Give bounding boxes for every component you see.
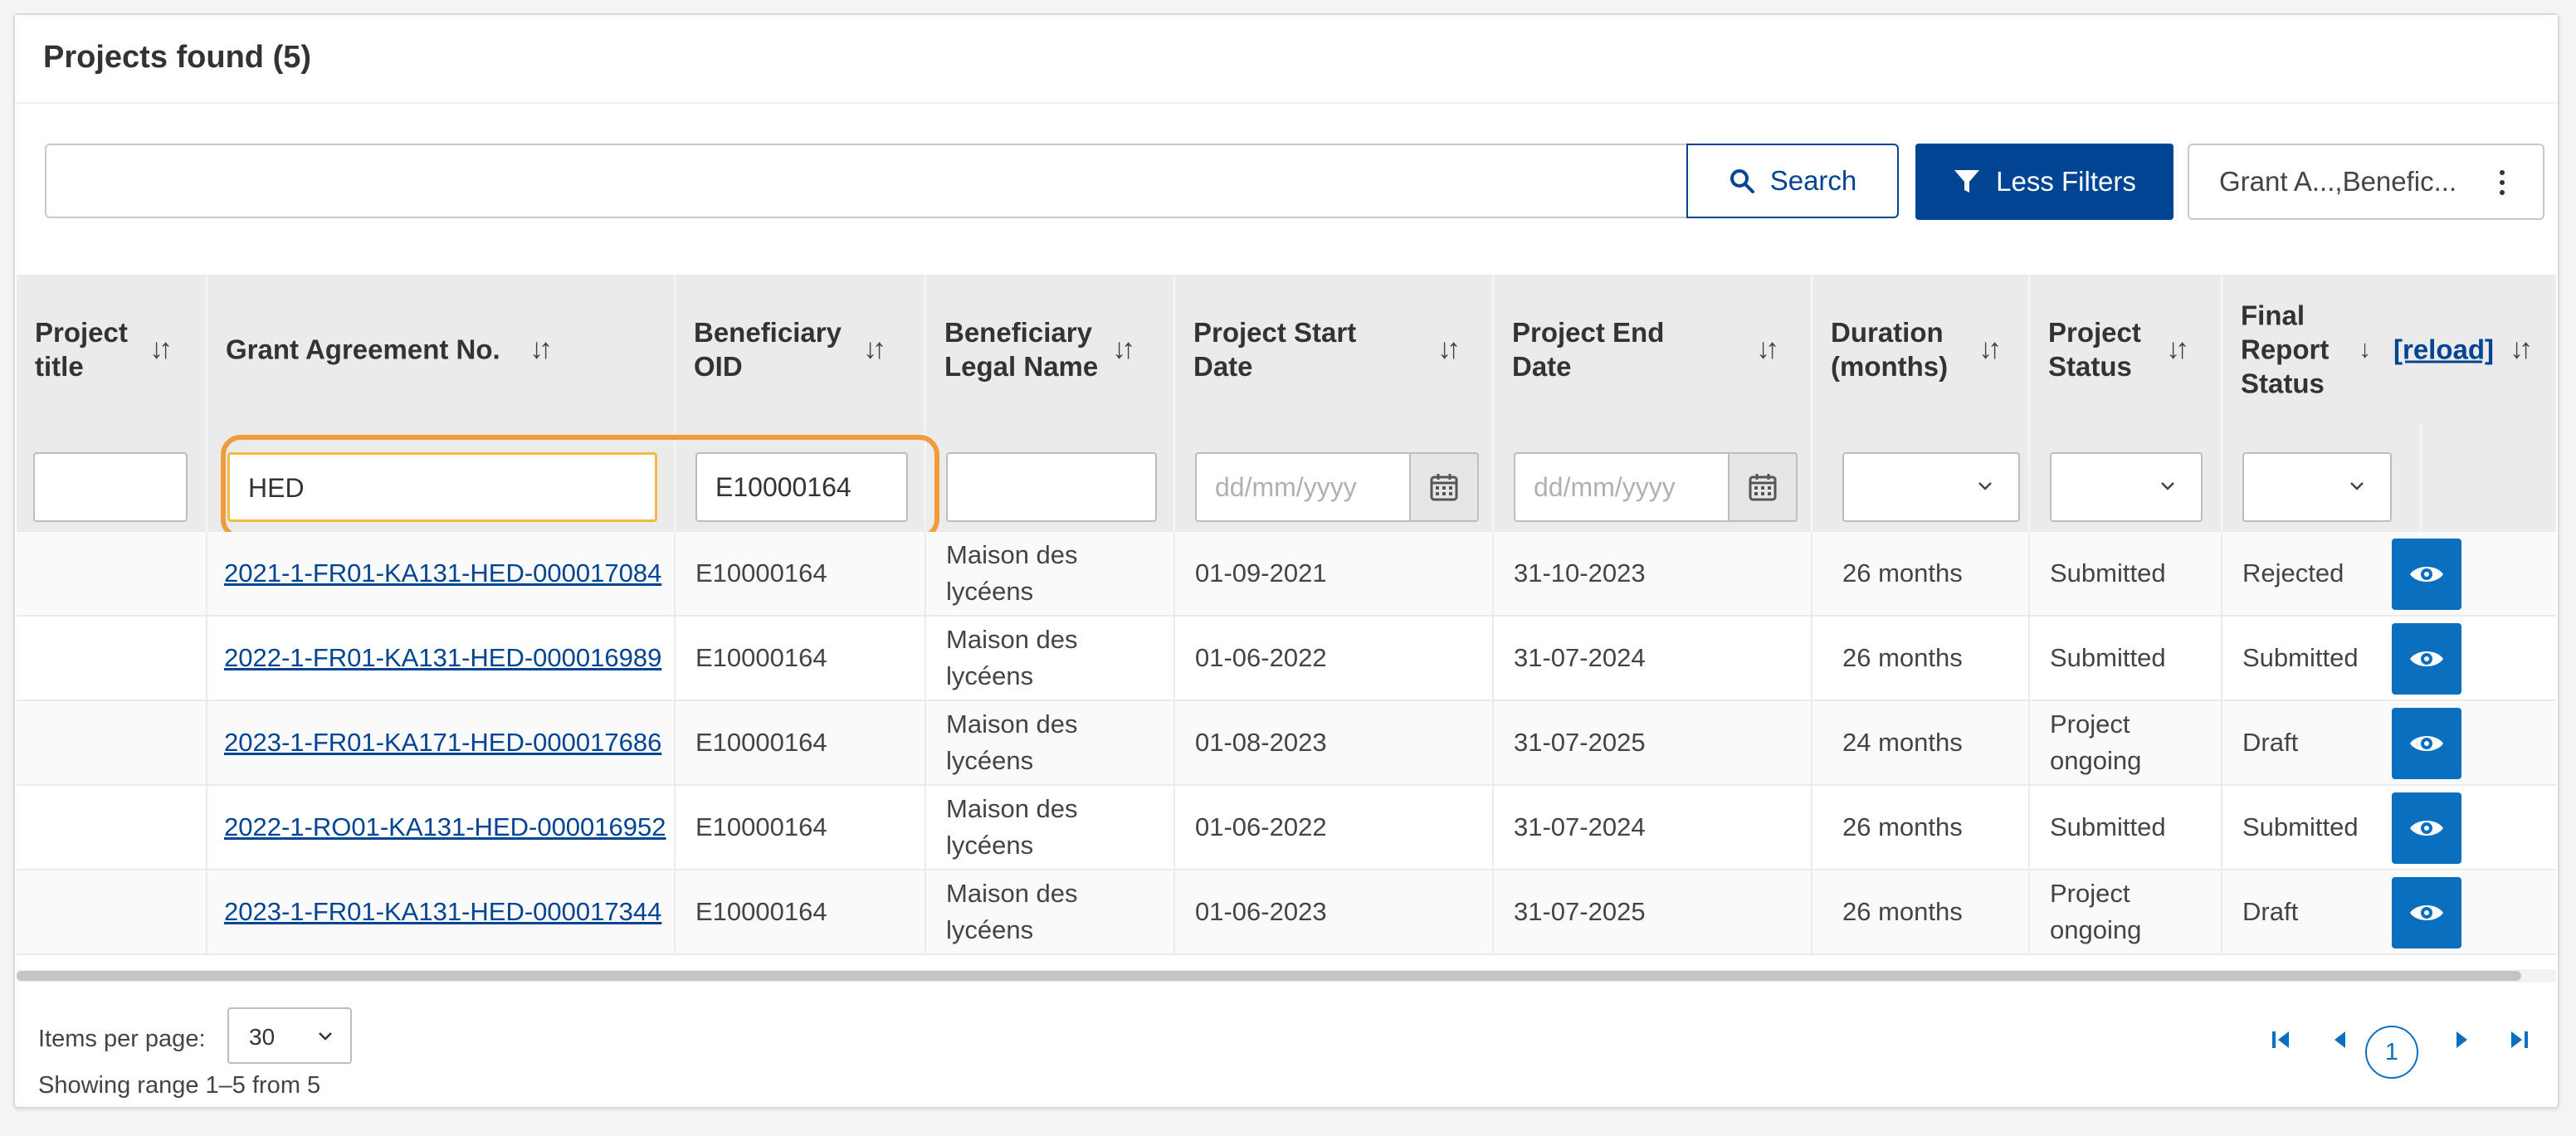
range-text: Showing range 1–5 from 5	[38, 1072, 321, 1099]
duration-select[interactable]	[1842, 452, 2020, 522]
filter-highlight-annotation	[221, 435, 939, 539]
table-row: 2022-1-RO01-KA131-HED-000016952 E1000016…	[17, 786, 2556, 870]
filter-icon	[1954, 170, 1980, 193]
column-header-project-status[interactable]: Project Status ↓↑	[2030, 275, 2222, 424]
page-title: Projects found (5)	[43, 40, 312, 75]
items-per-page-label: Items per page:	[38, 1026, 206, 1052]
grant-agreement-link[interactable]: 2022-1-RO01-KA131-HED-000016952	[224, 809, 666, 846]
chevron-down-icon	[1978, 482, 1992, 490]
end-date-picker-button[interactable]	[1728, 452, 1798, 522]
sort-icon[interactable]: ↓↑	[1112, 333, 1135, 367]
table-row: 2023-1-FR01-KA131-HED-000017344 E1000016…	[17, 870, 2556, 955]
search-icon	[1730, 169, 1754, 193]
column-header-final-report-status[interactable]: Final Report Status ↓ [reload] ↓↑	[2222, 275, 2556, 424]
horizontal-scrollbar[interactable]	[17, 971, 2521, 981]
chevron-down-icon	[2161, 482, 2174, 490]
next-page-icon[interactable]	[2450, 1027, 2475, 1052]
projects-card: Projects found (5) Search Less Filters G…	[13, 13, 2559, 1109]
previous-page-icon[interactable]	[2327, 1027, 2352, 1052]
sort-icon[interactable]: ↓↑	[149, 333, 173, 367]
items-per-page-select[interactable]: 30	[227, 1007, 352, 1064]
sort-icon[interactable]: ↓↑	[1978, 333, 2002, 367]
column-header-start-date[interactable]: Project Start Date ↓↑	[1175, 275, 1494, 424]
column-header-project-title[interactable]: Project title ↓↑	[17, 275, 207, 424]
grant-agreement-link[interactable]: 2023-1-FR01-KA171-HED-000017686	[224, 724, 661, 761]
column-header-duration[interactable]: Duration (months) ↓↑	[1812, 275, 2030, 424]
sort-icon[interactable]: ↓↑	[1756, 333, 1779, 367]
project-status-select[interactable]	[2050, 452, 2203, 522]
column-header-end-date[interactable]: Project End Date ↓↑	[1494, 275, 1812, 424]
table-header: Project title ↓↑ Grant Agreement No. ↓↑ …	[17, 275, 2556, 424]
eye-icon	[2410, 821, 2443, 836]
start-date-filter[interactable]: dd/mm/yyyy	[1195, 452, 1411, 522]
less-filters-button[interactable]: Less Filters	[1915, 144, 2174, 220]
grant-agreement-link[interactable]: 2023-1-FR01-KA131-HED-000017344	[224, 894, 661, 930]
reload-link[interactable]: [reload]	[2393, 333, 2494, 367]
search-input[interactable]	[45, 144, 1703, 218]
column-selector-label: Grant A...,Benefic...	[2219, 166, 2457, 197]
first-page-icon[interactable]	[2269, 1027, 2294, 1052]
legal-name-filter[interactable]	[946, 452, 1157, 522]
column-header-legal-name[interactable]: Beneficiary Legal Name ↓↑	[926, 275, 1175, 424]
sort-icon[interactable]: ↓↑	[2166, 333, 2189, 367]
end-date-filter[interactable]: dd/mm/yyyy	[1514, 452, 1730, 522]
table-row: 2023-1-FR01-KA171-HED-000017686 E1000016…	[17, 701, 2556, 786]
chevron-down-icon	[2350, 482, 2364, 490]
sort-icon[interactable]: ↓↑	[2510, 333, 2533, 367]
search-button[interactable]: Search	[1686, 144, 1899, 218]
column-selector-button[interactable]: Grant A...,Benefic...	[2188, 144, 2544, 220]
grant-agreement-link[interactable]: 2021-1-FR01-KA131-HED-000017084	[224, 555, 661, 592]
calendar-icon	[1430, 474, 1458, 501]
view-button[interactable]	[2392, 877, 2461, 948]
column-header-beneficiary-oid[interactable]: Beneficiary OID ↓↑	[676, 275, 926, 424]
column-header-grant-agreement[interactable]: Grant Agreement No. ↓↑	[207, 275, 676, 424]
eye-icon	[2410, 651, 2443, 666]
last-page-icon[interactable]	[2506, 1027, 2531, 1052]
chevron-down-icon	[319, 1032, 332, 1041]
more-options-icon	[2500, 170, 2505, 200]
final-report-status-select[interactable]	[2242, 452, 2392, 522]
eye-icon	[2410, 567, 2443, 582]
calendar-icon	[1749, 474, 1777, 501]
grant-agreement-link[interactable]: 2022-1-FR01-KA131-HED-000016989	[224, 640, 661, 676]
eye-icon	[2410, 905, 2443, 920]
less-filters-label: Less Filters	[1996, 166, 2136, 197]
project-title-filter[interactable]	[33, 452, 188, 522]
view-button[interactable]	[2392, 539, 2461, 610]
sort-icon[interactable]: ↓↑	[863, 333, 886, 367]
view-button[interactable]	[2392, 708, 2461, 779]
sort-icon[interactable]: ↓↑	[1437, 333, 1461, 367]
card-header: Projects found (5)	[15, 15, 2558, 104]
sort-icon[interactable]: ↓↑	[529, 333, 553, 367]
table-row: 2022-1-FR01-KA131-HED-000016989 E1000016…	[17, 617, 2556, 701]
table-row: 2021-1-FR01-KA131-HED-000017084 E1000016…	[17, 532, 2556, 617]
eye-icon	[2410, 736, 2443, 751]
start-date-picker-button[interactable]	[1409, 452, 1479, 522]
view-button[interactable]	[2392, 623, 2461, 695]
search-button-label: Search	[1769, 165, 1857, 196]
current-page-button[interactable]: 1	[2365, 1026, 2418, 1079]
view-button[interactable]	[2392, 792, 2461, 864]
sort-desc-icon[interactable]: ↓	[2359, 333, 2371, 367]
